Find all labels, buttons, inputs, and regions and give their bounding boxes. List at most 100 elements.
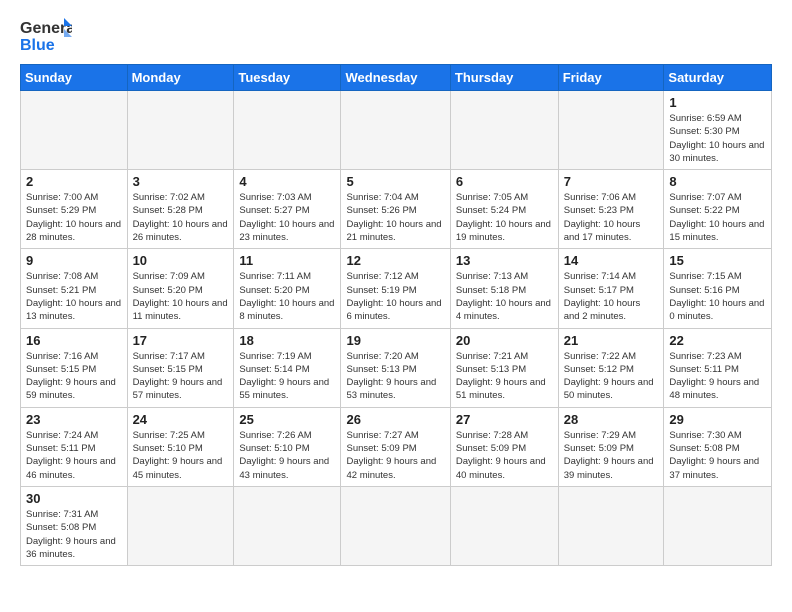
day-info: Sunrise: 7:04 AM Sunset: 5:26 PM Dayligh… [346,191,444,244]
logo-icon: GeneralBlue [20,16,72,54]
day-info: Sunrise: 7:23 AM Sunset: 5:11 PM Dayligh… [669,350,766,403]
day-info: Sunrise: 7:12 AM Sunset: 5:19 PM Dayligh… [346,270,444,323]
day-number: 13 [456,253,553,268]
weekday-header-sunday: Sunday [21,65,128,91]
day-number: 14 [564,253,659,268]
calendar-cell: 7Sunrise: 7:06 AM Sunset: 5:23 PM Daylig… [558,170,664,249]
page: GeneralBlue SundayMondayTuesdayWednesday… [0,0,792,576]
calendar-week-row: 16 Sunrise: 7:16 AM Sunset: 5:15 PM Dayli… [21,328,772,407]
day-number: 16 [26,333,122,348]
day-info: Sunrise: 7:16 AM Sunset: 5:15 PM Dayligh… [26,350,122,403]
day-info: Sunrise: 7:28 AM Sunset: 5:09 PM Dayligh… [456,429,553,482]
day-number: 5 [346,174,444,189]
calendar-cell: 20 Sunrise: 7:21 AM Sunset: 5:13 PM Dayli… [450,328,558,407]
calendar-cell [558,91,664,170]
day-number: 25 [239,412,335,427]
day-info: Sunrise: 7:27 AM Sunset: 5:09 PM Dayligh… [346,429,444,482]
weekday-header-monday: Monday [127,65,234,91]
calendar-cell [127,486,234,565]
day-info: Sunrise: 7:03 AM Sunset: 5:27 PM Dayligh… [239,191,335,244]
calendar-cell [21,91,128,170]
calendar-cell: 21 Sunrise: 7:22 AM Sunset: 5:12 PM Dayli… [558,328,664,407]
day-info: Sunrise: 7:14 AM Sunset: 5:17 PM Dayligh… [564,270,659,323]
calendar-cell: 1Sunrise: 6:59 AM Sunset: 5:30 PM Daylig… [664,91,772,170]
day-info: Sunrise: 7:22 AM Sunset: 5:12 PM Dayligh… [564,350,659,403]
calendar-cell: 15Sunrise: 7:15 AM Sunset: 5:16 PM Dayli… [664,249,772,328]
calendar-cell: 14 Sunrise: 7:14 AM Sunset: 5:17 PM Dayli… [558,249,664,328]
calendar-cell [341,91,450,170]
day-number: 20 [456,333,553,348]
day-info: Sunrise: 7:00 AM Sunset: 5:29 PM Dayligh… [26,191,122,244]
calendar-cell: 23 Sunrise: 7:24 AM Sunset: 5:11 PM Dayli… [21,407,128,486]
calendar-cell: 18 Sunrise: 7:19 AM Sunset: 5:14 PM Dayli… [234,328,341,407]
calendar-cell [127,91,234,170]
weekday-header-friday: Friday [558,65,664,91]
day-info: Sunrise: 7:15 AM Sunset: 5:16 PM Dayligh… [669,270,766,323]
day-info: Sunrise: 7:24 AM Sunset: 5:11 PM Dayligh… [26,429,122,482]
calendar-cell [341,486,450,565]
day-number: 30 [26,491,122,506]
day-number: 26 [346,412,444,427]
calendar-cell: 24 Sunrise: 7:25 AM Sunset: 5:10 PM Dayli… [127,407,234,486]
day-number: 7 [564,174,659,189]
calendar-cell: 11Sunrise: 7:11 AM Sunset: 5:20 PM Dayli… [234,249,341,328]
calendar-cell: 16 Sunrise: 7:16 AM Sunset: 5:15 PM Dayli… [21,328,128,407]
day-info: Sunrise: 7:25 AM Sunset: 5:10 PM Dayligh… [133,429,229,482]
calendar-cell: 22 Sunrise: 7:23 AM Sunset: 5:11 PM Dayli… [664,328,772,407]
weekday-header-saturday: Saturday [664,65,772,91]
day-number: 18 [239,333,335,348]
day-info: Sunrise: 7:19 AM Sunset: 5:14 PM Dayligh… [239,350,335,403]
calendar-cell [450,486,558,565]
day-number: 23 [26,412,122,427]
day-info: Sunrise: 6:59 AM Sunset: 5:30 PM Dayligh… [669,112,766,165]
day-info: Sunrise: 7:21 AM Sunset: 5:13 PM Dayligh… [456,350,553,403]
calendar-cell: 17Sunrise: 7:17 AM Sunset: 5:15 PM Dayli… [127,328,234,407]
day-number: 24 [133,412,229,427]
calendar-week-row: 9 Sunrise: 7:08 AM Sunset: 5:21 PM Daylig… [21,249,772,328]
calendar-cell [450,91,558,170]
calendar-cell: 27Sunrise: 7:28 AM Sunset: 5:09 PM Dayli… [450,407,558,486]
day-info: Sunrise: 7:07 AM Sunset: 5:22 PM Dayligh… [669,191,766,244]
logo: GeneralBlue [20,16,72,54]
day-number: 8 [669,174,766,189]
day-number: 9 [26,253,122,268]
header: GeneralBlue [20,16,772,54]
day-info: Sunrise: 7:17 AM Sunset: 5:15 PM Dayligh… [133,350,229,403]
calendar-cell: 26 Sunrise: 7:27 AM Sunset: 5:09 PM Dayli… [341,407,450,486]
calendar-cell: 2Sunrise: 7:00 AM Sunset: 5:29 PM Daylig… [21,170,128,249]
day-info: Sunrise: 7:31 AM Sunset: 5:08 PM Dayligh… [26,508,122,561]
weekday-header-wednesday: Wednesday [341,65,450,91]
calendar-week-row: 1Sunrise: 6:59 AM Sunset: 5:30 PM Daylig… [21,91,772,170]
weekday-header-thursday: Thursday [450,65,558,91]
day-number: 6 [456,174,553,189]
calendar-cell: 10Sunrise: 7:09 AM Sunset: 5:20 PM Dayli… [127,249,234,328]
day-number: 28 [564,412,659,427]
day-number: 12 [346,253,444,268]
day-number: 22 [669,333,766,348]
day-number: 19 [346,333,444,348]
day-number: 4 [239,174,335,189]
calendar-cell: 3 Sunrise: 7:02 AM Sunset: 5:28 PM Daylig… [127,170,234,249]
svg-text:Blue: Blue [20,37,55,54]
calendar-week-row: 30 Sunrise: 7:31 AM Sunset: 5:08 PM Dayli… [21,486,772,565]
day-number: 21 [564,333,659,348]
calendar-week-row: 23 Sunrise: 7:24 AM Sunset: 5:11 PM Dayli… [21,407,772,486]
day-info: Sunrise: 7:26 AM Sunset: 5:10 PM Dayligh… [239,429,335,482]
calendar-cell: 4 Sunrise: 7:03 AM Sunset: 5:27 PM Daylig… [234,170,341,249]
day-number: 3 [133,174,229,189]
day-number: 29 [669,412,766,427]
day-info: Sunrise: 7:29 AM Sunset: 5:09 PM Dayligh… [564,429,659,482]
day-info: Sunrise: 7:09 AM Sunset: 5:20 PM Dayligh… [133,270,229,323]
calendar-week-row: 2Sunrise: 7:00 AM Sunset: 5:29 PM Daylig… [21,170,772,249]
calendar-cell: 28 Sunrise: 7:29 AM Sunset: 5:09 PM Dayli… [558,407,664,486]
calendar-cell [664,486,772,565]
day-info: Sunrise: 7:30 AM Sunset: 5:08 PM Dayligh… [669,429,766,482]
calendar-cell: 29 Sunrise: 7:30 AM Sunset: 5:08 PM Dayli… [664,407,772,486]
calendar-cell [234,486,341,565]
day-info: Sunrise: 7:08 AM Sunset: 5:21 PM Dayligh… [26,270,122,323]
calendar-cell: 9 Sunrise: 7:08 AM Sunset: 5:21 PM Daylig… [21,249,128,328]
calendar-cell: 12 Sunrise: 7:12 AM Sunset: 5:19 PM Dayli… [341,249,450,328]
calendar-cell: 13Sunrise: 7:13 AM Sunset: 5:18 PM Dayli… [450,249,558,328]
day-info: Sunrise: 7:02 AM Sunset: 5:28 PM Dayligh… [133,191,229,244]
calendar-cell: 5 Sunrise: 7:04 AM Sunset: 5:26 PM Daylig… [341,170,450,249]
